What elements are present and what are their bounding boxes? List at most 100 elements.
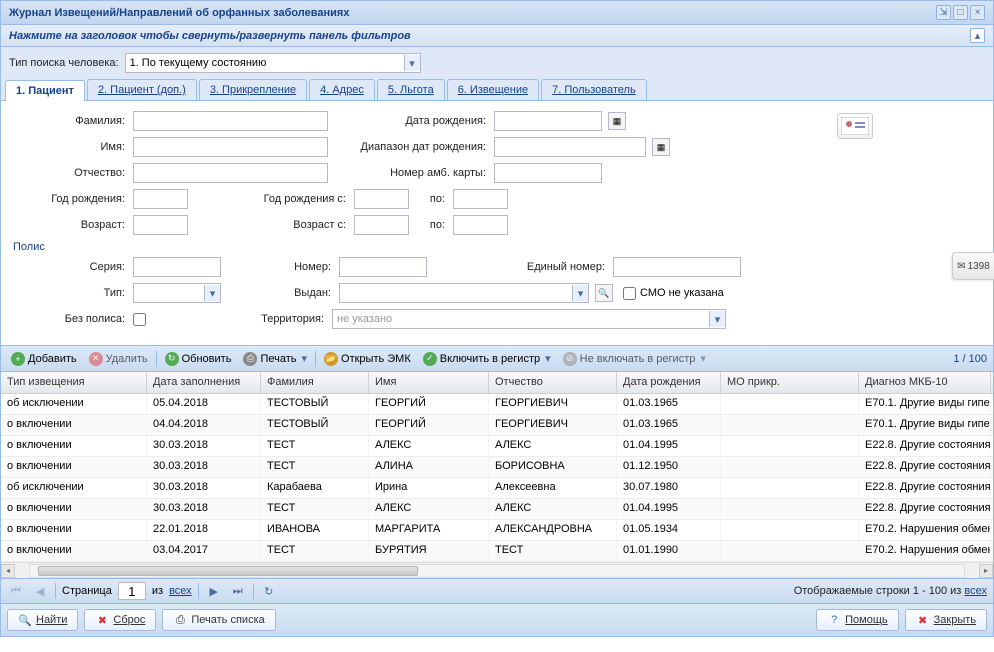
table-row[interactable]: об исключении05.04.2018ТЕСТОВЫЙГЕОРГИЙГЕ…	[1, 394, 993, 415]
grid-header-cell[interactable]: Имя	[369, 372, 489, 393]
smo-not-checkbox[interactable]	[623, 287, 636, 300]
first-page-icon[interactable]: ⏮	[7, 582, 25, 600]
search-icon[interactable]: 🔍	[595, 284, 613, 302]
open-emk-button[interactable]: 📂 Открыть ЭМК	[320, 350, 415, 368]
tab-address[interactable]: 4. Адрес	[309, 79, 375, 100]
grid-cell: E22.8. Другие состояния	[859, 499, 991, 519]
delete-button[interactable]: ✕ Удалить	[85, 350, 152, 368]
last-page-icon[interactable]: ⏭	[229, 582, 247, 600]
page-input[interactable]	[118, 582, 146, 600]
grid-cell	[721, 541, 859, 561]
grid-header-cell[interactable]: Фамилия	[261, 372, 369, 393]
include-button[interactable]: ✓ Включить в регистр▾	[419, 350, 555, 368]
table-row[interactable]: об исключении30.03.2018КарабаеваИринаАле…	[1, 478, 993, 499]
scroll-left-icon[interactable]: ◂	[1, 564, 15, 578]
grid-cell: о включении	[1, 457, 147, 477]
scrollbar-track[interactable]	[29, 564, 965, 578]
page-total[interactable]: всех	[169, 585, 192, 597]
chevron-down-icon[interactable]: ▾	[404, 55, 420, 71]
issued-combo[interactable]: ▾	[339, 283, 589, 303]
series-input[interactable]	[133, 257, 221, 277]
grid-header-cell[interactable]: МО прикр.	[721, 372, 859, 393]
tab-patient[interactable]: 1. Пациент	[5, 80, 85, 101]
grid-cell: об исключении	[1, 394, 147, 414]
collapse-up-icon[interactable]: ▴	[970, 28, 985, 43]
pager-display-info: Отображаемые строки 1 - 100 из всех	[794, 585, 987, 597]
tab-attachment[interactable]: 3. Прикрепление	[199, 79, 307, 100]
chevron-down-icon[interactable]: ▾	[204, 285, 220, 301]
grid-header-cell[interactable]: Дата заполнения	[147, 372, 261, 393]
add-button[interactable]: + Добавить	[7, 350, 81, 368]
unified-input[interactable]	[613, 257, 741, 277]
age-from-input[interactable]	[354, 215, 409, 235]
refresh-icon[interactable]: ↻	[260, 582, 278, 600]
grid-header-cell[interactable]: Тип извещения	[1, 372, 147, 393]
exclude-button[interactable]: ⊘ Не включать в регистр▾	[559, 350, 710, 368]
cardnum-input[interactable]	[494, 163, 602, 183]
grid-header-cell[interactable]: Отчество	[489, 372, 617, 393]
search-type-label: Тип поиска человека:	[9, 57, 119, 69]
restore-icon[interactable]: ⇲	[936, 5, 951, 20]
reset-button[interactable]: ✖ Сброс	[84, 609, 156, 631]
grid-cell: ТЕСТ	[261, 436, 369, 456]
surname-input[interactable]	[133, 111, 328, 131]
search-type-combo[interactable]: 1. По текущему состоянию ▾	[125, 53, 421, 73]
table-row[interactable]: о включении30.03.2018ТЕСТАЛЕКСАЛЕКС01.04…	[1, 436, 993, 457]
search-type-value: 1. По текущему состоянию	[130, 57, 267, 69]
chevron-down-icon[interactable]: ▾	[572, 285, 588, 301]
next-page-icon[interactable]: ▶	[205, 582, 223, 600]
age-input[interactable]	[133, 215, 188, 235]
grid-body: об исключении05.04.2018ТЕСТОВЫЙГЕОРГИЙГЕ…	[1, 394, 993, 562]
grid-cell: АЛЕКСАНДРОВНА	[489, 520, 617, 540]
birthyear-from-input[interactable]	[354, 189, 409, 209]
grid-cell: ТЕСТ	[261, 499, 369, 519]
tab-user[interactable]: 7. Пользователь	[541, 79, 647, 100]
table-row[interactable]: о включении03.04.2017ТЕСТБУРЯТИЯТЕСТ01.0…	[1, 541, 993, 562]
close-button[interactable]: ✖ Закрыть	[905, 609, 987, 631]
table-row[interactable]: о включении30.03.2018ТЕСТАЛЕКСАЛЕКС01.04…	[1, 499, 993, 520]
table-row[interactable]: о включении30.03.2018ТЕСТАЛИНАБОРИСОВНА0…	[1, 457, 993, 478]
calendar-icon[interactable]: ▦	[652, 138, 670, 156]
name-input[interactable]	[133, 137, 328, 157]
grid-header-cell[interactable]: Дата рождения	[617, 372, 721, 393]
tab-patient-ext[interactable]: 2. Пациент (доп.)	[87, 79, 197, 100]
birthrange-input[interactable]	[494, 137, 646, 157]
table-row[interactable]: о включении04.04.2018ТЕСТОВЫЙГЕОРГИЙГЕОР…	[1, 415, 993, 436]
refresh-button[interactable]: ↻ Обновить	[161, 350, 236, 368]
prev-page-icon[interactable]: ◀	[31, 582, 49, 600]
birthyear-input[interactable]	[133, 189, 188, 209]
scroll-right-icon[interactable]: ▸	[979, 564, 993, 578]
id-card-icon[interactable]	[837, 113, 873, 139]
birthyear-to-input[interactable]	[453, 189, 508, 209]
chevron-down-icon[interactable]: ▾	[709, 311, 725, 327]
help-button[interactable]: ? Помощь	[816, 609, 899, 631]
territory-combo[interactable]: не указано ▾	[332, 309, 726, 329]
birthdate-input[interactable]	[494, 111, 602, 131]
notification-tab[interactable]: ✉ 1398	[952, 252, 994, 280]
grid-cell: БУРЯТИЯ	[369, 541, 489, 561]
horizontal-scrollbar[interactable]: ◂ ▸	[1, 562, 993, 578]
number-input[interactable]	[339, 257, 427, 277]
table-row[interactable]: о включении22.01.2018ИВАНОВАМАРГАРИТААЛЕ…	[1, 520, 993, 541]
close-window-icon[interactable]: ×	[970, 5, 985, 20]
age-to-input[interactable]	[453, 215, 508, 235]
printer-icon: ⎙	[243, 352, 257, 366]
tab-notice[interactable]: 6. Извещение	[447, 79, 539, 100]
scrollbar-thumb[interactable]	[38, 566, 418, 576]
grid-cell: E22.8. Другие состояния	[859, 478, 991, 498]
print-list-button[interactable]: ⎙ Печать списка	[162, 609, 275, 631]
patronymic-input[interactable]	[133, 163, 328, 183]
close-icon: ✖	[916, 613, 930, 627]
calendar-icon[interactable]: ▦	[608, 112, 626, 130]
filter-panel-header[interactable]: Нажмите на заголовок чтобы свернуть/разв…	[1, 25, 993, 47]
print-button[interactable]: ⎙ Печать▾	[239, 350, 311, 368]
page-label: Страница	[62, 585, 112, 597]
type-combo[interactable]: ▾	[133, 283, 221, 303]
grid-cell: об исключении	[1, 478, 147, 498]
nopolis-checkbox[interactable]	[133, 313, 146, 326]
maximize-icon[interactable]: □	[953, 5, 968, 20]
find-button[interactable]: 🔍 Найти	[7, 609, 78, 631]
grid-header-cell[interactable]: Диагноз МКБ-10	[859, 372, 991, 393]
tab-benefit[interactable]: 5. Льгота	[377, 79, 445, 100]
refresh-icon: ↻	[165, 352, 179, 366]
